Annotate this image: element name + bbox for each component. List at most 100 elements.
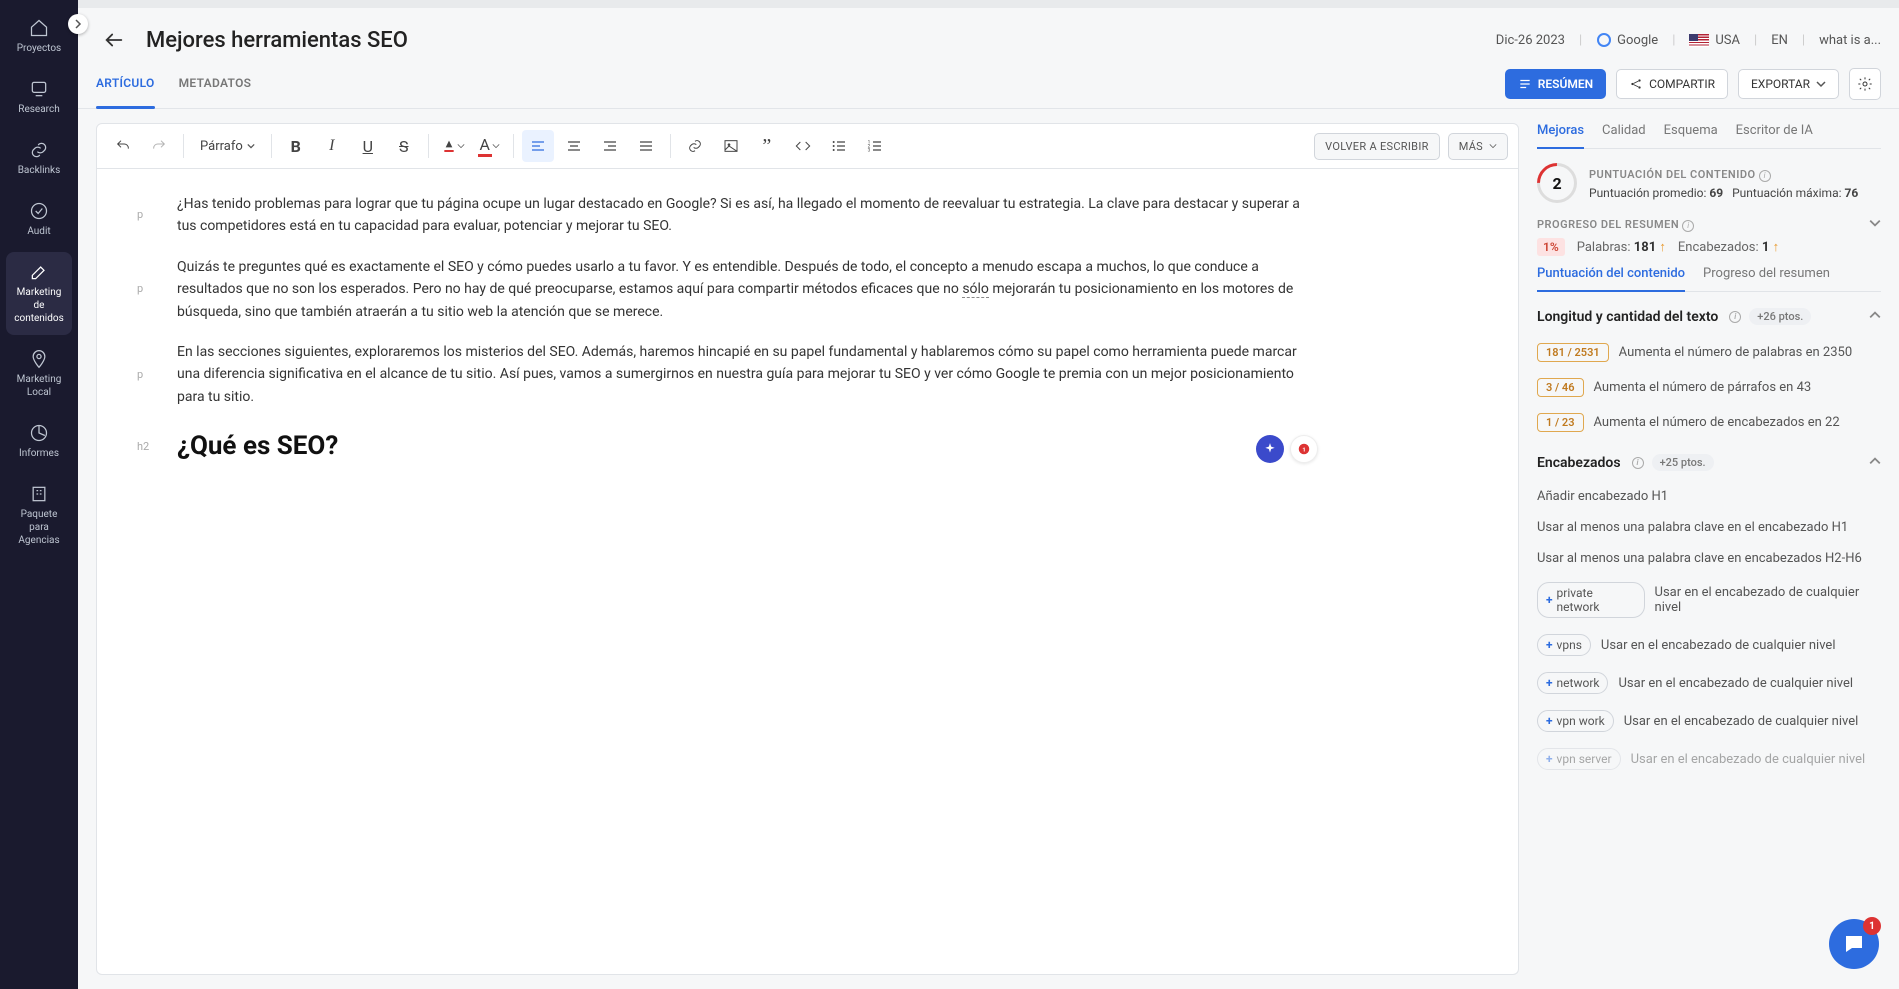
plus-icon: + [1546, 714, 1553, 728]
settings-button[interactable] [1849, 68, 1881, 100]
keyword-recommendation[interactable]: +private networkUsar en el encabezado de… [1537, 574, 1881, 626]
align-justify-button[interactable] [630, 130, 662, 162]
recommendation[interactable]: 3 / 46Aumenta el número de párrafos en 4… [1537, 370, 1881, 405]
code-button[interactable] [787, 130, 819, 162]
underline-button[interactable]: U [352, 130, 384, 162]
collapse-button[interactable] [1869, 455, 1881, 471]
search-engine[interactable]: Google [1596, 32, 1658, 48]
keyword-recommendation[interactable]: +networkUsar en el encabezado de cualqui… [1537, 664, 1881, 702]
summary-progress: PROGRESO DEL RESUMENi 1% Palabras: 181 ↑… [1537, 217, 1881, 256]
block-type-select[interactable]: Párrafo [192, 139, 263, 154]
language-select[interactable]: EN [1771, 33, 1788, 48]
sidebar-item-content-marketing[interactable]: Marketing de contenidos [6, 252, 72, 335]
block-tag: p [137, 207, 143, 225]
recommendation[interactable]: Usar al menos una palabra clave en el en… [1537, 512, 1881, 543]
recommendation[interactable]: Usar al menos una palabra clave en encab… [1537, 543, 1881, 574]
recommendation[interactable]: Añadir encabezado H1 [1537, 481, 1881, 512]
info-icon[interactable]: i [1682, 220, 1694, 232]
recommendation[interactable]: 181 / 2531Aumenta el número de palabras … [1537, 335, 1881, 370]
plus-icon: + [1546, 638, 1553, 652]
sidebar-item-proyectos[interactable]: Proyectos [6, 8, 72, 65]
keyword-chip[interactable]: +private network [1537, 582, 1645, 618]
italic-button[interactable]: I [316, 130, 348, 162]
redo-button[interactable] [143, 130, 175, 162]
section-headers[interactable]: Encabezados i +25 ptos. [1537, 454, 1881, 471]
sidebar-item-backlinks[interactable]: Backlinks [6, 130, 72, 187]
image-button[interactable] [715, 130, 747, 162]
numbered-list-button[interactable]: 123 [859, 130, 891, 162]
info-icon[interactable]: i [1632, 457, 1644, 469]
panel-tab-mejoras[interactable]: Mejoras [1537, 123, 1584, 148]
keyword-recommendation[interactable]: +vpn serverUsar en el encabezado de cual… [1537, 740, 1881, 778]
keyword-display[interactable]: what is a... [1819, 33, 1881, 48]
chevron-down-icon [1869, 217, 1881, 229]
sidebar-item-reports[interactable]: Informes [6, 413, 72, 470]
section-text-length[interactable]: Longitud y cantidad del texto i +26 ptos… [1537, 308, 1881, 325]
redo-icon [151, 138, 167, 154]
quote-button[interactable]: ” [751, 130, 783, 162]
keyword-chip[interactable]: +network [1537, 672, 1608, 694]
heading-block[interactable]: h2 ¿Qué es SEO? [177, 426, 1318, 468]
bold-icon: B [291, 137, 301, 156]
paragraph-block[interactable]: p ¿Has tenido problemas para lograr que … [177, 193, 1318, 238]
align-right-button[interactable] [594, 130, 626, 162]
block-tag: h2 [137, 438, 149, 456]
bullet-list-icon [831, 138, 847, 154]
sidebar-item-local-marketing[interactable]: Marketing Local [6, 339, 72, 409]
keyword-chip[interactable]: +vpn work [1537, 710, 1614, 732]
subtab-summary-progress[interactable]: Progreso del resumen [1703, 266, 1830, 291]
recommendation[interactable]: 1 / 23Aumenta el número de encabezados e… [1537, 405, 1881, 440]
bgcolor-button[interactable] [437, 130, 469, 162]
share-button[interactable]: COMPARTIR [1616, 69, 1728, 99]
sidebar-item-audit[interactable]: Audit [6, 191, 72, 248]
chevron-down-icon [1489, 142, 1497, 150]
export-button[interactable]: EXPORTAR [1738, 69, 1839, 99]
resume-button[interactable]: RESÚMEN [1505, 69, 1606, 99]
back-button[interactable] [96, 22, 132, 58]
tab-article[interactable]: ARTÍCULO [96, 68, 155, 108]
editor-content[interactable]: p ¿Has tenido problemas para lograr que … [96, 169, 1519, 975]
link-button[interactable] [679, 130, 711, 162]
sidebar: Proyectos Research Backlinks Audit Marke… [0, 0, 78, 989]
building-icon [29, 484, 49, 504]
strikethrough-button[interactable]: S [388, 130, 420, 162]
undo-button[interactable] [107, 130, 139, 162]
sidebar-toggle[interactable] [68, 14, 88, 34]
keyword-recommendation[interactable]: +vpnsUsar en el encabezado de cualquier … [1537, 626, 1881, 664]
editor-area: Párrafo B I U S A ” [78, 109, 1529, 989]
paragraph-block[interactable]: p En las secciones siguientes, explorare… [177, 341, 1318, 408]
info-icon[interactable]: i [1759, 170, 1771, 182]
keyword-recommendation[interactable]: +vpn workUsar en el encabezado de cualqu… [1537, 702, 1881, 740]
textcolor-button[interactable]: A [473, 130, 505, 162]
panel-subtabs: Puntuación del contenido Progreso del re… [1537, 266, 1881, 292]
sidebar-item-research[interactable]: Research [6, 69, 72, 126]
subtab-content-score[interactable]: Puntuación del contenido [1537, 266, 1685, 291]
country-select[interactable]: USA [1689, 33, 1740, 48]
paragraph-block[interactable]: p Quizás te preguntes qué es exactamente… [177, 256, 1318, 323]
error-indicator[interactable]: 1 [1290, 435, 1318, 463]
align-center-icon [566, 138, 582, 154]
collapse-button[interactable] [1869, 309, 1881, 325]
bullet-list-button[interactable] [823, 130, 855, 162]
panel-tab-calidad[interactable]: Calidad [1602, 123, 1646, 148]
collapse-button[interactable] [1869, 217, 1881, 233]
quote-icon: ” [762, 135, 771, 158]
bold-button[interactable]: B [280, 130, 312, 162]
panel-tab-escritor-ia[interactable]: Escritor de IA [1736, 123, 1813, 148]
panel-tab-esquema[interactable]: Esquema [1664, 123, 1718, 148]
align-right-icon [602, 138, 618, 154]
google-icon [1596, 32, 1612, 48]
sidebar-label: Marketing Local [10, 373, 68, 399]
tab-metadata[interactable]: METADATOS [179, 68, 252, 108]
sidebar-item-agency-pack[interactable]: Paquete para Agencias [6, 474, 72, 557]
info-icon[interactable]: i [1729, 311, 1741, 323]
check-circle-icon [29, 201, 49, 221]
rewrite-button[interactable]: VOLVER A ESCRIBIR [1314, 133, 1440, 160]
keyword-chip[interactable]: +vpn server [1537, 748, 1621, 770]
align-left-button[interactable] [522, 130, 554, 162]
align-center-button[interactable] [558, 130, 590, 162]
more-button[interactable]: MÁS [1448, 133, 1508, 160]
ai-suggest-button[interactable] [1256, 435, 1284, 463]
keyword-chip[interactable]: +vpns [1537, 634, 1591, 656]
chat-widget[interactable]: 1 [1829, 919, 1879, 969]
